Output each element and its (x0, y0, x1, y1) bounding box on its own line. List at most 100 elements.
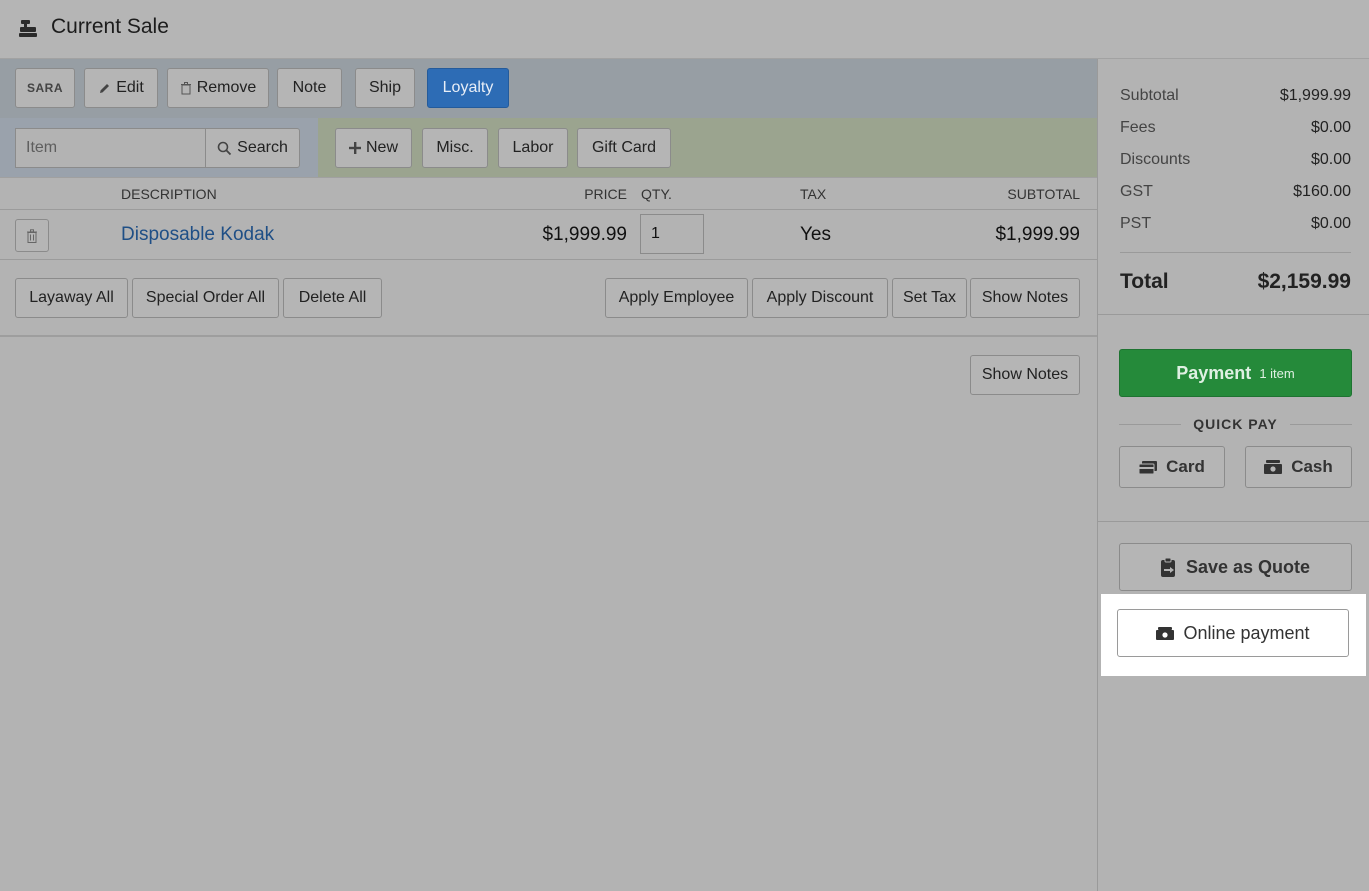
total-value: $2,159.99 (1257, 270, 1351, 293)
panel-divider (1098, 314, 1369, 315)
sale-summary-panel: Subtotal $1,999.99 Fees $0.00 Discounts … (1097, 59, 1369, 891)
search-icon (217, 141, 232, 155)
quick-pay-card-button[interactable]: Card (1119, 446, 1225, 488)
layaway-all-button[interactable]: Layaway All (15, 278, 128, 318)
item-search-input[interactable]: Item (15, 128, 206, 168)
online-payment-button[interactable]: Online payment (1117, 609, 1349, 657)
gift-card-label: Gift Card (591, 139, 656, 156)
col-qty: QTY. (641, 186, 672, 202)
discounts-label: Discounts (1120, 151, 1191, 168)
table-row: Disposable Kodak $1,999.99 1 Yes $1,999.… (0, 210, 1097, 260)
panel-divider-2 (1098, 521, 1369, 522)
page-title: Current Sale (51, 15, 169, 38)
card-label: Card (1166, 457, 1205, 476)
remove-label: Remove (196, 79, 257, 96)
labor-button[interactable]: Labor (498, 128, 568, 168)
payment-item-count: 1 item (1259, 365, 1295, 381)
col-subtotal: SUBTOTAL (1007, 186, 1080, 202)
apply-discount-button[interactable]: Apply Discount (752, 278, 888, 318)
col-description: DESCRIPTION (121, 186, 217, 202)
save-as-quote-button[interactable]: Save as Quote (1119, 543, 1352, 591)
labor-label: Labor (512, 139, 554, 156)
item-tax: Yes (800, 224, 831, 245)
cash-icon (1264, 460, 1283, 474)
clipboard-icon (1160, 557, 1175, 577)
edit-customer-button[interactable]: Edit (84, 68, 158, 108)
new-item-button[interactable]: New (335, 128, 412, 168)
item-price: $1,999.99 (542, 224, 627, 245)
fees-value: $0.00 (1310, 119, 1351, 136)
trash-icon (27, 228, 37, 243)
subtotal-line: Subtotal $1,999.99 (1120, 87, 1351, 105)
summary-divider (1120, 252, 1351, 253)
delete-all-label: Delete All (298, 289, 367, 306)
fees-label: Fees (1120, 119, 1156, 136)
cash-label: Cash (1291, 457, 1333, 476)
subtotal-label: Subtotal (1120, 87, 1179, 104)
col-tax: TAX (800, 186, 827, 202)
notes-show-notes-label: Show Notes (981, 366, 1069, 383)
layaway-all-label: Layaway All (29, 289, 114, 306)
discounts-line: Discounts $0.00 (1120, 151, 1351, 169)
quick-pay-heading: QUICK PAY (1119, 416, 1352, 434)
subtotal-value: $1,999.99 (1279, 87, 1351, 104)
trash-icon (180, 81, 191, 94)
money-icon (1156, 626, 1175, 640)
pst-line: PST $0.00 (1120, 215, 1351, 233)
online-payment-label: Online payment (1183, 622, 1310, 643)
quantity-input[interactable]: 1 (640, 214, 704, 254)
pencil-icon (100, 83, 110, 93)
col-price: PRICE (584, 186, 627, 202)
fees-line: Fees $0.00 (1120, 119, 1351, 137)
discounts-value: $0.00 (1310, 151, 1351, 168)
note-label: Note (292, 79, 327, 96)
line-items-header: DESCRIPTION PRICE QTY. TAX SUBTOTAL (0, 177, 1097, 210)
payment-label: Payment (1176, 362, 1252, 383)
item-description-link[interactable]: Disposable Kodak (121, 224, 274, 246)
apply-discount-label: Apply Discount (766, 289, 874, 306)
payment-button[interactable]: Payment 1 item (1119, 349, 1352, 397)
loyalty-button[interactable]: Loyalty (427, 68, 509, 108)
search-label: Search (237, 139, 288, 156)
loyalty-label: Loyalty (442, 79, 494, 96)
credit-card-icon (1139, 460, 1158, 474)
ship-button[interactable]: Ship (355, 68, 415, 108)
apply-employee-button[interactable]: Apply Employee (605, 278, 748, 318)
pst-value: $0.00 (1310, 215, 1351, 232)
remove-customer-button[interactable]: Remove (167, 68, 269, 108)
gst-label: GST (1120, 183, 1153, 200)
gst-value: $160.00 (1293, 183, 1351, 200)
delete-line-button[interactable] (15, 219, 49, 252)
apply-employee-label: Apply Employee (618, 289, 735, 306)
customer-button[interactable]: SARA (15, 68, 75, 108)
new-label: New (365, 139, 398, 156)
customer-code: SARA (26, 81, 63, 95)
special-order-all-label: Special Order All (145, 289, 266, 306)
ship-label: Ship (368, 79, 402, 96)
misc-label: Misc. (436, 139, 474, 156)
save-as-quote-label: Save as Quote (1185, 556, 1311, 577)
item-subtotal: $1,999.99 (995, 224, 1080, 245)
total-label: Total (1120, 270, 1169, 293)
special-order-all-button[interactable]: Special Order All (132, 278, 279, 318)
quick-pay-cash-button[interactable]: Cash (1245, 446, 1352, 488)
search-button[interactable]: Search (205, 128, 300, 168)
item-placeholder: Item (26, 139, 58, 156)
gift-card-button[interactable]: Gift Card (577, 128, 671, 168)
note-button[interactable]: Note (277, 68, 342, 108)
show-notes-button[interactable]: Show Notes (970, 278, 1080, 318)
pst-label: PST (1120, 215, 1152, 232)
notes-show-notes-button[interactable]: Show Notes (970, 355, 1080, 395)
customer-bar (0, 59, 1097, 118)
quantity-value: 1 (651, 225, 660, 242)
quick-pay-label: QUICK PAY (1193, 416, 1278, 432)
top-bar: Current Sale (0, 0, 1369, 59)
misc-button[interactable]: Misc. (422, 128, 488, 168)
cash-register-icon (19, 20, 37, 37)
gst-line: GST $160.00 (1120, 183, 1351, 201)
delete-all-button[interactable]: Delete All (283, 278, 382, 318)
set-tax-label: Set Tax (902, 289, 957, 306)
set-tax-button[interactable]: Set Tax (892, 278, 967, 318)
sale-main-panel: SARA Edit Remove Note Ship Loyalty Item … (0, 59, 1097, 891)
plus-icon (348, 142, 361, 154)
